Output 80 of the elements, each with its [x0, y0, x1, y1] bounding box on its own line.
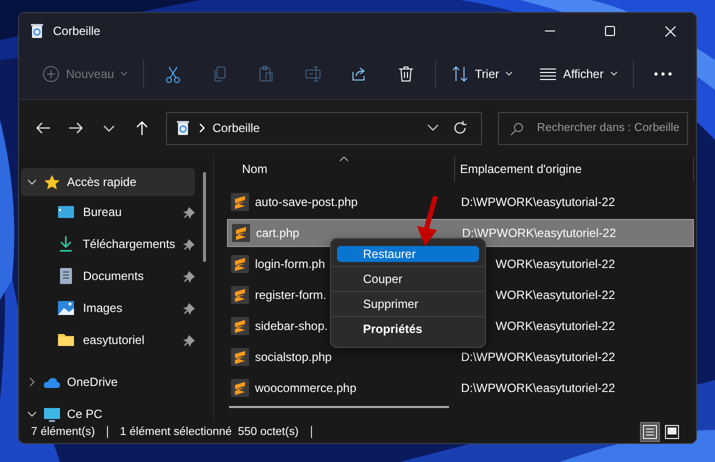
file-location: WORK\easytutoriel-22 — [494, 257, 615, 271]
column-header[interactable]: Nom — [227, 156, 454, 182]
file-location: WORK\easytutoriel-22 — [494, 288, 615, 302]
file-location: D:\WPWORK\easytutoriel-22 — [460, 381, 615, 395]
file-name[interactable]: auto-save-post.php — [255, 195, 358, 209]
forward-icon — [68, 120, 84, 136]
star-icon — [43, 174, 61, 190]
caret-icon — [505, 71, 514, 77]
file-location: D:\WPWORK\easytutorial-22 — [460, 195, 615, 209]
chevron-icon — [198, 123, 204, 133]
clipboard-icon — [257, 65, 276, 83]
php-file-icon — [231, 286, 249, 304]
folder-icon — [57, 331, 75, 349]
file-location: WORK\easytutoriel-22 — [494, 319, 615, 333]
address-path: Corbeille — [212, 121, 261, 135]
file-name[interactable]: socialstop.php — [255, 350, 332, 364]
scissors-icon — [164, 65, 182, 83]
caret-icon — [427, 124, 440, 132]
php-file-icon — [232, 224, 250, 242]
back-icon — [34, 120, 51, 136]
trash-icon — [396, 65, 415, 83]
caret-icon — [610, 71, 618, 77]
sidebar-item[interactable]: OneDrive — [21, 366, 195, 398]
address-bar[interactable]: Corbeille — [166, 112, 482, 144]
file-location: D:\WPWORK\easytutoriel-22 — [460, 226, 616, 240]
minimize-icon — [545, 30, 555, 32]
scrollbar-thumb[interactable] — [203, 172, 206, 262]
recycle-bin-icon — [174, 120, 190, 136]
image-icon — [57, 299, 75, 317]
sidebar-item[interactable]: Documents — [21, 260, 195, 292]
document-icon — [57, 267, 75, 285]
file-name[interactable]: woocommerce.php — [255, 381, 356, 395]
chevron-down-icon — [27, 177, 37, 187]
menu-item[interactable]: Restaurer — [337, 246, 479, 262]
sidebar-item[interactable]: Bureau — [21, 196, 195, 228]
file-name[interactable]: login-form.ph — [255, 257, 326, 271]
more-icon — [654, 72, 672, 76]
caret-icon — [120, 71, 128, 77]
php-file-icon — [231, 379, 249, 397]
search-field[interactable]: Rechercher dans : Corbeille — [498, 112, 688, 144]
sidebar-item[interactable]: Accès rapide — [21, 168, 195, 196]
maximize-icon — [605, 26, 615, 36]
chevron-down-icon — [27, 409, 37, 419]
plus-icon — [42, 65, 60, 83]
list-icon — [539, 67, 558, 81]
php-file-icon — [231, 317, 249, 335]
selection-info: 1 élément sélectionné — [120, 426, 232, 438]
scrollbar-thumb[interactable] — [229, 406, 449, 408]
file-name[interactable]: cart.php — [256, 226, 300, 240]
recycle-bin-icon — [29, 23, 45, 39]
tiles-view-button[interactable] — [662, 422, 682, 442]
search-icon — [510, 122, 524, 136]
chevron-right-icon — [27, 377, 37, 387]
monitor-icon — [43, 406, 61, 422]
sort-icon — [450, 65, 469, 83]
window-title: Corbeille — [53, 24, 102, 38]
selection-size: 550 octet(s) — [238, 426, 299, 438]
rename-icon — [304, 65, 322, 83]
file-location: D:\WPWORK\easytutoriel-22 — [460, 350, 615, 364]
menu-item[interactable]: Supprimer — [337, 296, 479, 312]
window-icon — [664, 424, 680, 440]
php-file-icon — [231, 348, 249, 366]
menu-item[interactable]: Couper — [337, 271, 479, 287]
sidebar-item[interactable]: Téléchargements — [21, 228, 195, 260]
close-icon — [664, 26, 676, 36]
details-view-button[interactable] — [640, 422, 660, 442]
sidebar-item[interactable]: easytutoriel — [21, 324, 195, 356]
desktop-icon — [57, 203, 75, 221]
file-name[interactable]: sidebar-shop. — [255, 319, 328, 333]
view-button[interactable]: Afficher — [530, 57, 627, 91]
menu-item[interactable]: Propriétés — [337, 321, 479, 337]
list-icon — [642, 424, 658, 440]
refresh-icon — [452, 120, 468, 136]
sort-button[interactable]: Trier — [442, 57, 522, 91]
sidebar-item[interactable]: Images — [21, 292, 195, 324]
php-file-icon — [231, 255, 249, 273]
php-file-icon — [231, 193, 249, 211]
file-name[interactable]: register-form. — [255, 288, 326, 302]
item-count: 7 élément(s) — [31, 426, 95, 438]
column-header[interactable]: Emplacement d'origine — [454, 156, 694, 182]
